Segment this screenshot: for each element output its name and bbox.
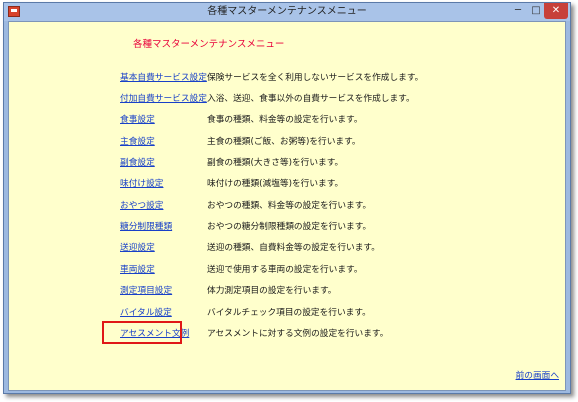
menu-link-staple-food[interactable]: 主食設定 — [120, 136, 155, 148]
menu-link-vital[interactable]: バイタル設定 — [120, 307, 172, 319]
menu-row: 味付け設定 味付けの種類(減塩等)を行います。 — [9, 178, 567, 190]
menu-description: 食事の種類、料金等の設定を行います。 — [207, 115, 363, 125]
menu-row: 基本自費サービス設定 保険サービスを全く利用しないサービスを作成します。 — [9, 72, 567, 84]
menu-description: おやつの種類、料金等の設定を行います。 — [207, 201, 372, 211]
title-bar[interactable]: 各種マスターメンテナンスメニュー ─ □ ✕ — [4, 3, 570, 21]
menu-description: 送迎で使用する車両の設定を行います。 — [207, 265, 363, 275]
menu-row: 送迎設定 送迎の種類、自費料金等の設定を行います。 — [9, 242, 567, 254]
menu-link-measurement-items[interactable]: 測定項目設定 — [120, 285, 172, 297]
menu-description: バイタルチェック項目の設定を行います。 — [207, 308, 371, 318]
menu-description: 体力測定項目の設定を行います。 — [207, 286, 337, 296]
menu-description: 保険サービスを全く利用しないサービスを作成します。 — [207, 73, 424, 83]
menu-row: 食事設定 食事の種類、料金等の設定を行います。 — [9, 114, 567, 126]
menu-link-snack[interactable]: おやつ設定 — [120, 200, 163, 212]
menu-row: 車両設定 送迎で使用する車両の設定を行います。 — [9, 264, 567, 276]
menu-link-basic-self-pay-service[interactable]: 基本自費サービス設定 — [120, 72, 207, 84]
menu-row: アセスメント文例 アセスメントに対する文例の設定を行います。 — [9, 328, 567, 340]
maximize-button[interactable]: □ — [528, 3, 544, 19]
menu-link-seasoning[interactable]: 味付け設定 — [120, 178, 163, 190]
menu-description: 入浴、送迎、食事以外の自費サービスを作成します。 — [207, 94, 415, 104]
menu-link-transport[interactable]: 送迎設定 — [120, 242, 155, 254]
app-window: 各種マスターメンテナンスメニュー ─ □ ✕ 各種マスターメンテナンスメニュー … — [3, 2, 571, 394]
menu-row: 主食設定 主食の種類(ご飯、お粥等)を行います。 — [9, 136, 567, 148]
window-title: 各種マスターメンテナンスメニュー — [207, 6, 367, 17]
page-title: 各種マスターメンテナンスメニュー — [133, 39, 285, 50]
menu-description: 主食の種類(ご飯、お粥等)を行います。 — [207, 137, 361, 147]
menu-row: おやつ設定 おやつの種類、料金等の設定を行います。 — [9, 200, 567, 212]
back-link[interactable]: 前の画面へ — [516, 370, 559, 382]
menu-panel: 各種マスターメンテナンスメニュー 基本自費サービス設定 保険サービスを全く利用し… — [8, 21, 566, 391]
menu-row: 付加自費サービス設定 入浴、送迎、食事以外の自費サービスを作成します。 — [9, 93, 567, 105]
menu-link-side-dish[interactable]: 副食設定 — [120, 157, 155, 169]
menu-description: 送迎の種類、自費料金等の設定を行います。 — [207, 243, 380, 253]
menu-description: おやつの糖分制限種類の設定を行います。 — [207, 222, 372, 232]
close-button[interactable]: ✕ — [544, 3, 568, 19]
menu-link-vehicle[interactable]: 車両設定 — [120, 264, 155, 276]
minimize-button[interactable]: ─ — [510, 3, 526, 19]
menu-description: アセスメントに対する文例の設定を行います。 — [207, 329, 389, 339]
menu-row: 測定項目設定 体力測定項目の設定を行います。 — [9, 285, 567, 297]
menu-link-meal[interactable]: 食事設定 — [120, 114, 155, 126]
menu-description: 副食の種類(大きさ等)を行います。 — [207, 158, 344, 168]
menu-link-sugar-restriction[interactable]: 糖分制限種類 — [120, 221, 172, 233]
menu-link-additional-self-pay-service[interactable]: 付加自費サービス設定 — [120, 93, 207, 105]
menu-row: 副食設定 副食の種類(大きさ等)を行います。 — [9, 157, 567, 169]
menu-row: 糖分制限種類 おやつの糖分制限種類の設定を行います。 — [9, 221, 567, 233]
highlight-box — [102, 321, 182, 344]
menu-row: バイタル設定 バイタルチェック項目の設定を行います。 — [9, 307, 567, 319]
menu-description: 味付けの種類(減塩等)を行います。 — [207, 179, 344, 189]
